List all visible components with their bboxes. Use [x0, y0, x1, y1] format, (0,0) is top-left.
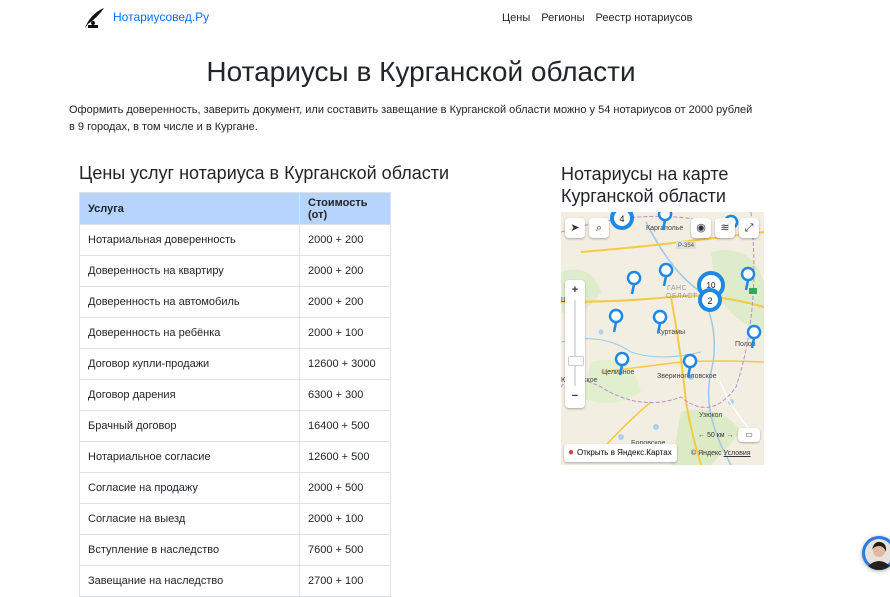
cost-cell: 2000 + 500: [299, 472, 391, 504]
ruler-button[interactable]: ▭: [738, 428, 760, 442]
service-cell: Нотариальное согласие: [79, 441, 300, 473]
service-cell: Договор дарения: [79, 379, 300, 411]
service-cell: Брачный договор: [79, 410, 300, 442]
place-label-kurtamysh: Куртамы: [657, 329, 685, 336]
place-label-tselinnoe: Целинное: [602, 369, 634, 376]
place-label-uzyukol: Узюкол: [699, 412, 722, 419]
cost-cell: 2000 + 200: [299, 255, 391, 287]
table-row: Нотариальная доверенность 2000 + 200: [79, 224, 391, 256]
chat-widget-avatar[interactable]: [862, 536, 890, 570]
service-cell: Доверенность на квартиру: [79, 255, 300, 287]
traffic-button[interactable]: ◉: [691, 218, 711, 238]
service-cell: Нотариальная доверенность: [79, 224, 300, 256]
expand-icon: ⤢: [744, 222, 754, 234]
red-pin-icon: ●: [568, 447, 575, 458]
table-row: Договор дарения 6300 + 300: [79, 379, 391, 411]
quill-pen-logo-icon[interactable]: [82, 6, 106, 30]
map-heading: Нотариусы на карте Курганской области: [561, 164, 729, 206]
main-nav: Цены Регионы Реестр нотариусов: [502, 12, 704, 24]
terms-link[interactable]: Условия: [724, 450, 751, 457]
road-label: Р-354: [678, 243, 695, 249]
service-cell: Вступление в наследство: [79, 534, 300, 566]
ruler-icon: ▭: [745, 430, 753, 439]
zoom-slider-track[interactable]: [568, 300, 584, 386]
cost-cell: 2000 + 200: [299, 224, 391, 256]
table-row: Доверенность на автомобиль 2000 + 200: [79, 286, 391, 318]
fullscreen-button[interactable]: ⤢: [739, 218, 759, 238]
map-copyright: © Яндекс Условия: [691, 450, 751, 457]
table-row: Завещание на наследство 2700 + 100: [79, 565, 391, 597]
table-header-row: Услуга Стоимость (от): [79, 192, 391, 225]
yandex-map[interactable]: Р-354 Каргаполье ГАНС ОБЛАСТ Шу Куртамы …: [561, 212, 764, 465]
cost-cell: 12600 + 500: [299, 441, 391, 473]
open-maps-label: Открыть в Яндекс.Картах: [577, 448, 672, 457]
cluster-2[interactable]: 2: [698, 288, 722, 312]
map-search-button[interactable]: ⌕: [589, 218, 609, 238]
table-row: Доверенность на ребёнка 2000 + 100: [79, 317, 391, 349]
cost-cell: 7600 + 500: [299, 534, 391, 566]
cost-cell: 2000 + 200: [299, 286, 391, 318]
cluster-4[interactable]: 4: [610, 212, 634, 230]
zoom-control: + −: [565, 280, 585, 408]
arrow-locate-icon: ➤: [570, 222, 580, 234]
column-header-service: Услуга: [79, 192, 300, 225]
map-scale: ← 50 км →: [698, 432, 734, 439]
service-cell: Согласие на продажу: [79, 472, 300, 504]
nav-prices[interactable]: Цены: [502, 12, 530, 24]
svg-text:2: 2: [707, 296, 712, 306]
locate-button[interactable]: ➤: [565, 218, 585, 238]
cost-cell: 2000 + 100: [299, 317, 391, 349]
table-row: Согласие на выезд 2000 + 100: [79, 503, 391, 535]
layers-icon: ≋: [720, 222, 730, 234]
column-header-cost: Стоимость (от): [299, 192, 391, 225]
region-label: ГАНС: [667, 285, 687, 292]
service-cell: Договор купли-продажи: [79, 348, 300, 380]
svg-text:4: 4: [619, 214, 624, 224]
nav-registry[interactable]: Реестр нотариусов: [595, 12, 692, 24]
map-canvas[interactable]: Р-354 Каргаполье ГАНС ОБЛАСТ Шу Куртамы …: [561, 212, 764, 465]
table-row: Брачный договор 16400 + 500: [79, 410, 391, 442]
layers-button[interactable]: ≋: [715, 218, 735, 238]
cost-cell: 2000 + 100: [299, 503, 391, 535]
page-title: Нотариусы в Курганской области: [206, 56, 636, 87]
service-cell: Доверенность на ребёнка: [79, 317, 300, 349]
navbar: Нотариусовед.Ру Цены Регионы Реестр нота…: [0, 0, 890, 36]
prices-table: Услуга Стоимость (от) Нотариальная довер…: [79, 192, 391, 597]
cost-cell: 2700 + 100: [299, 565, 391, 597]
region-label-2: ОБЛАСТ: [666, 293, 697, 300]
zoom-out-button[interactable]: −: [565, 386, 585, 406]
service-cell: Согласие на выезд: [79, 503, 300, 535]
search-icon: ⌕: [595, 222, 603, 234]
service-cell: Доверенность на автомобиль: [79, 286, 300, 318]
cost-cell: 16400 + 500: [299, 410, 391, 442]
prices-heading: Цены услуг нотариуса в Курганской област…: [79, 163, 450, 183]
cost-cell: 12600 + 3000: [299, 348, 391, 380]
brand-link[interactable]: Нотариусовед.Ру: [113, 10, 209, 24]
traffic-icon: ◉: [696, 222, 706, 234]
table-row: Вступление в наследство 7600 + 500: [79, 534, 391, 566]
zoom-slider-handle[interactable]: [568, 356, 584, 366]
intro-text: Оформить доверенность, заверить документ…: [69, 104, 753, 133]
zoom-in-button[interactable]: +: [565, 280, 585, 300]
table-row: Нотариальное согласие 12600 + 500: [79, 441, 391, 473]
avatar: [862, 536, 890, 570]
copyright-text: © Яндекс: [691, 450, 722, 457]
cost-cell: 6300 + 300: [299, 379, 391, 411]
table-row: Согласие на продажу 2000 + 500: [79, 472, 391, 504]
table-row: Доверенность на квартиру 2000 + 200: [79, 255, 391, 287]
table-row: Договор купли-продажи 12600 + 3000: [79, 348, 391, 380]
service-cell: Завещание на наследство: [79, 565, 300, 597]
scale-label: 50 км: [706, 432, 725, 439]
open-in-yandex-maps[interactable]: ● Открыть в Яндекс.Картах: [564, 444, 677, 462]
nav-regions[interactable]: Регионы: [541, 12, 584, 24]
